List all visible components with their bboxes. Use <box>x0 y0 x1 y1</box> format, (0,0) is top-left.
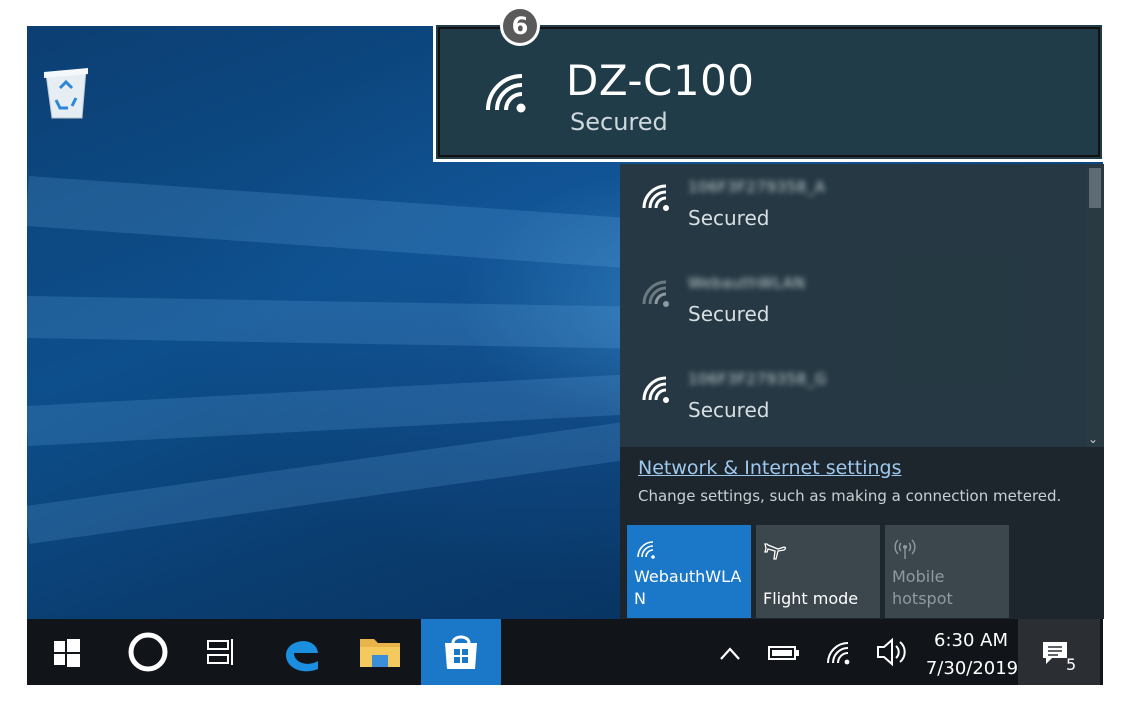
wifi-icon <box>642 184 669 211</box>
wifi-icon <box>637 541 655 559</box>
network-ssid: WebauthWLAN <box>688 274 806 292</box>
network-status: Secured <box>688 302 770 326</box>
file-explorer-icon[interactable] <box>356 619 404 685</box>
network-status: Secured <box>688 206 770 230</box>
network-ssid: 106F3F279358_A <box>688 178 826 196</box>
network-settings-link[interactable]: Network & Internet settings <box>638 457 901 479</box>
selected-network-status: Secured <box>570 108 668 136</box>
edge-browser-icon[interactable] <box>278 619 324 685</box>
wifi-icon <box>486 74 526 113</box>
tile-mobile-hotspot[interactable]: Mobile hotspot <box>885 525 1009 618</box>
network-ssid: 106F3F279358_G <box>688 370 827 388</box>
notification-count: 5 <box>1066 655 1077 674</box>
action-center-button[interactable]: 5 <box>1018 619 1100 685</box>
tile-label: Flight mode <box>763 589 859 608</box>
store-icon <box>445 635 477 669</box>
recycle-bin-icon[interactable] <box>38 60 94 120</box>
selected-network-highlight[interactable] <box>433 22 1105 162</box>
clock-time[interactable]: 6:30 AM <box>924 630 1018 651</box>
notification-icon <box>1043 642 1067 664</box>
store-button[interactable] <box>421 619 501 685</box>
scroll-down-arrow-icon[interactable]: ⌄ <box>1088 432 1098 446</box>
tile-wifi[interactable]: WebauthWLA N <box>627 525 751 618</box>
cortana-icon[interactable] <box>124 619 172 685</box>
tile-flight-mode[interactable]: Flight mode <box>756 525 880 618</box>
clock-date[interactable]: 7/30/2019 <box>920 658 1024 679</box>
tile-label: WebauthWLA N <box>634 567 742 608</box>
windows-start-icon[interactable] <box>52 619 82 685</box>
airplane-icon <box>764 543 787 560</box>
wifi-icon[interactable] <box>824 619 854 685</box>
network-settings-description: Change settings, such as making a connec… <box>638 487 1062 505</box>
chevron-up-icon[interactable] <box>716 619 744 685</box>
network-status: Secured <box>688 398 770 422</box>
battery-icon[interactable] <box>766 619 802 685</box>
volume-icon[interactable] <box>874 619 910 685</box>
network-item[interactable]: 106F3F279358_G Secured <box>620 356 1086 452</box>
callout-number-badge: 6 <box>500 6 540 46</box>
network-item[interactable]: WebauthWLAN Secured <box>620 260 1086 356</box>
wifi-icon <box>642 376 669 403</box>
tile-label: Mobile hotspot <box>892 567 953 608</box>
hotspot-icon <box>894 539 916 559</box>
scrollbar-thumb[interactable] <box>1089 168 1101 208</box>
task-view-icon[interactable] <box>202 619 238 685</box>
network-item[interactable]: 106F3F279358_A Secured <box>620 164 1086 260</box>
wifi-weak-icon <box>642 280 669 307</box>
selected-network-ssid: DZ-C100 <box>566 56 755 105</box>
